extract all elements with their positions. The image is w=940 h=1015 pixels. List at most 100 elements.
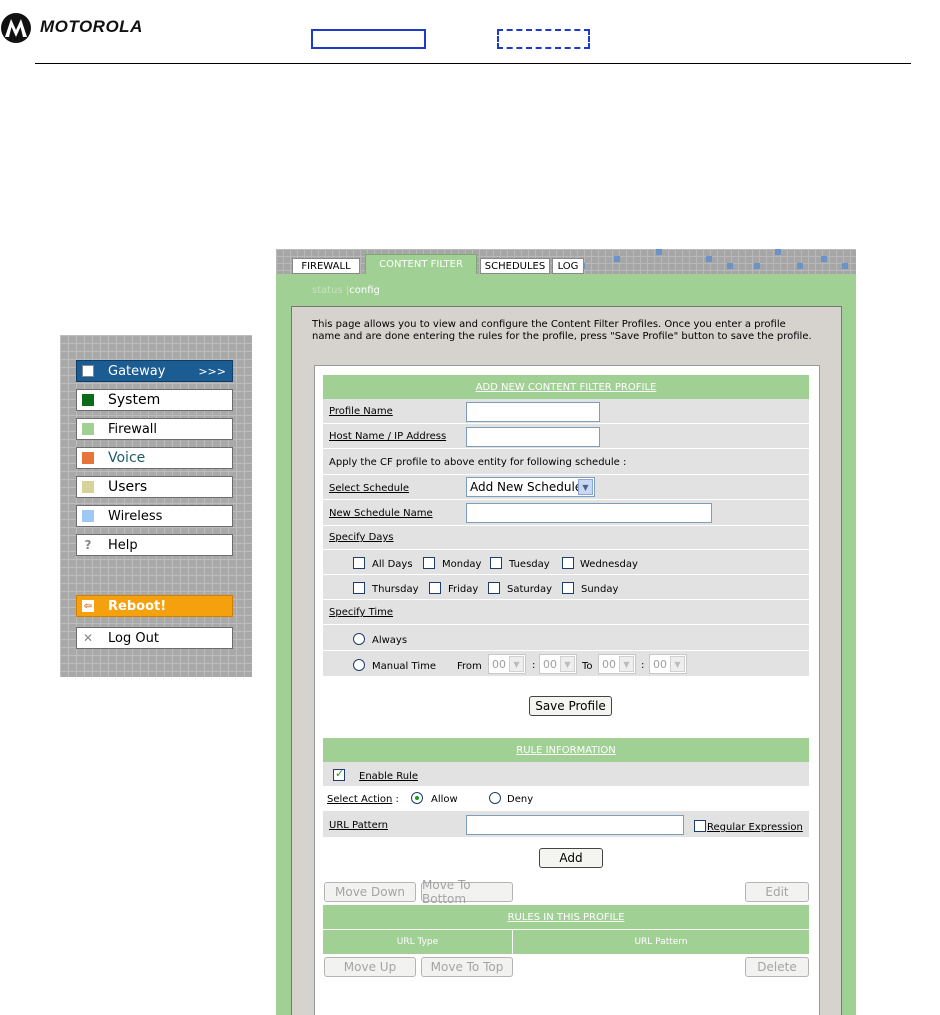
always-radio[interactable] — [353, 633, 365, 645]
regex-label: Regular Expression — [707, 822, 803, 833]
reboot-arrow-icon: ⇦ — [82, 600, 94, 612]
days-row-2: Thursday Friday Saturday Sunday — [323, 575, 809, 600]
day-label: Monday — [442, 559, 482, 570]
saturday-checkbox[interactable] — [488, 582, 500, 594]
sidebar-item-firewall[interactable]: Firewall — [76, 418, 233, 440]
sub-navigation: status |config — [312, 285, 380, 296]
grid-square — [797, 263, 803, 269]
logout-label: Log Out — [108, 630, 159, 646]
chevron-down-icon: ▼ — [578, 479, 593, 495]
time-colon: : — [641, 660, 645, 671]
grid-square — [754, 263, 760, 269]
section-header-rules-list: RULES IN THIS PROFILE — [323, 905, 809, 929]
tab-content-filter[interactable]: CONTENT FILTER — [365, 254, 477, 274]
chevron-down-icon: ▼ — [670, 656, 685, 672]
url-pattern-row: URL Pattern Regular Expression — [323, 811, 809, 838]
select-action-text: Select Action — [327, 794, 393, 805]
chevron-down-icon: ▼ — [560, 656, 575, 672]
tuesday-checkbox[interactable] — [490, 557, 502, 569]
edit-rule-button[interactable]: Edit — [745, 882, 809, 902]
host-input[interactable] — [466, 427, 600, 447]
profile-name-label: Profile Name — [329, 406, 393, 417]
voice-square-icon — [82, 452, 94, 464]
tab-log[interactable]: LOG — [552, 258, 584, 274]
move-to-top-button[interactable]: Move To Top — [421, 957, 513, 977]
deny-radio[interactable] — [489, 792, 501, 804]
subnav-status-link[interactable]: status — [312, 285, 343, 296]
specify-time-label: Specify Time — [329, 607, 394, 618]
select-action-colon: : — [395, 794, 399, 805]
select-schedule-row: Select Schedule Add New Schedule ▼ — [323, 475, 809, 500]
allow-label: Allow — [431, 794, 458, 805]
system-square-icon — [82, 394, 94, 406]
select-schedule-label: Select Schedule — [329, 483, 409, 494]
content-filter-panel: FIREWALL CONTENT FILTER SCHEDULES LOG st… — [276, 249, 856, 1015]
to-hour-value: 00 — [602, 657, 616, 671]
thursday-checkbox[interactable] — [353, 582, 365, 594]
header-link-box[interactable] — [311, 29, 426, 49]
chevron-down-icon: ▼ — [509, 656, 524, 672]
move-up-button[interactable]: Move Up — [324, 957, 416, 977]
move-to-bottom-button[interactable]: Move To Bottom — [421, 878, 513, 906]
reboot-button[interactable]: ⇦ Reboot! — [76, 595, 233, 617]
enable-rule-row: Enable Rule — [323, 762, 809, 787]
from-hour-select[interactable]: 00 ▼ — [488, 654, 526, 674]
host-label: Host Name / IP Address — [329, 431, 447, 442]
new-schedule-input[interactable] — [466, 503, 712, 523]
gateway-square-icon — [82, 365, 94, 377]
sidebar-item-label: Wireless — [108, 508, 163, 524]
sidebar-item-label: System — [108, 392, 161, 408]
friday-checkbox[interactable] — [429, 582, 441, 594]
sidebar-item-voice[interactable]: Voice — [76, 447, 233, 469]
section-header-add-profile: ADD NEW CONTENT FILTER PROFILE — [323, 375, 809, 399]
subnav-config-link[interactable]: config — [349, 285, 380, 296]
url-pattern-input[interactable] — [466, 815, 684, 835]
sidebar-item-users[interactable]: Users — [76, 476, 233, 498]
to-minute-select[interactable]: 00 ▼ — [649, 654, 687, 674]
wednesday-checkbox[interactable] — [562, 557, 574, 569]
tab-firewall[interactable]: FIREWALL — [292, 258, 360, 274]
specify-days-row: Specify Days — [323, 526, 809, 550]
sidebar-item-system[interactable]: System — [76, 389, 233, 411]
grid-square — [614, 256, 620, 262]
monday-checkbox[interactable] — [423, 557, 435, 569]
day-label: Tuesday — [509, 559, 550, 570]
tab-schedules[interactable]: SCHEDULES — [480, 258, 550, 274]
select-action-label: Select Action : — [327, 794, 399, 805]
sidebar-item-wireless[interactable]: Wireless — [76, 505, 233, 527]
profile-name-input[interactable] — [466, 402, 600, 422]
column-header-url-pattern: URL Pattern — [513, 930, 809, 954]
host-row: Host Name / IP Address — [323, 424, 809, 449]
time-colon: : — [532, 660, 536, 671]
add-rule-button[interactable]: Add — [539, 848, 603, 868]
sidebar-item-label: Voice — [108, 450, 146, 466]
allow-radio[interactable] — [411, 792, 423, 804]
always-label: Always — [372, 635, 408, 646]
enable-rule-checkbox[interactable] — [333, 767, 345, 781]
header-link-box-dashed[interactable] — [497, 29, 590, 49]
sidebar-item-gateway[interactable]: Gateway >>> — [76, 360, 233, 382]
schedule-select[interactable]: Add New Schedule ▼ — [466, 477, 595, 497]
manual-time-row: Manual Time From 00 ▼ : 00 ▼ To 00 ▼ : 0… — [323, 651, 809, 677]
save-profile-button[interactable]: Save Profile — [529, 696, 612, 716]
specify-days-label: Specify Days — [329, 532, 394, 543]
manual-time-radio[interactable] — [353, 659, 365, 671]
all-days-checkbox[interactable] — [353, 557, 365, 569]
sidebar-item-label: Users — [108, 479, 148, 495]
sidebar-item-help[interactable]: ? Help — [76, 534, 233, 556]
close-x-icon: ✕ — [82, 631, 94, 645]
grid-square — [842, 263, 848, 269]
reboot-label: Reboot! — [108, 598, 167, 614]
manual-time-label: Manual Time — [372, 661, 436, 672]
sidebar-nav: Gateway >>> System Firewall Voice Users … — [60, 335, 252, 677]
from-label: From — [457, 661, 482, 672]
new-schedule-label: New Schedule Name — [329, 508, 433, 519]
day-label: Sunday — [581, 584, 619, 595]
from-minute-select[interactable]: 00 ▼ — [539, 654, 577, 674]
logout-button[interactable]: ✕ Log Out — [76, 627, 233, 649]
move-down-button[interactable]: Move Down — [324, 882, 416, 902]
sunday-checkbox[interactable] — [562, 582, 574, 594]
delete-rule-button[interactable]: Delete — [745, 957, 809, 977]
regex-checkbox[interactable] — [694, 820, 706, 832]
to-hour-select[interactable]: 00 ▼ — [598, 654, 636, 674]
